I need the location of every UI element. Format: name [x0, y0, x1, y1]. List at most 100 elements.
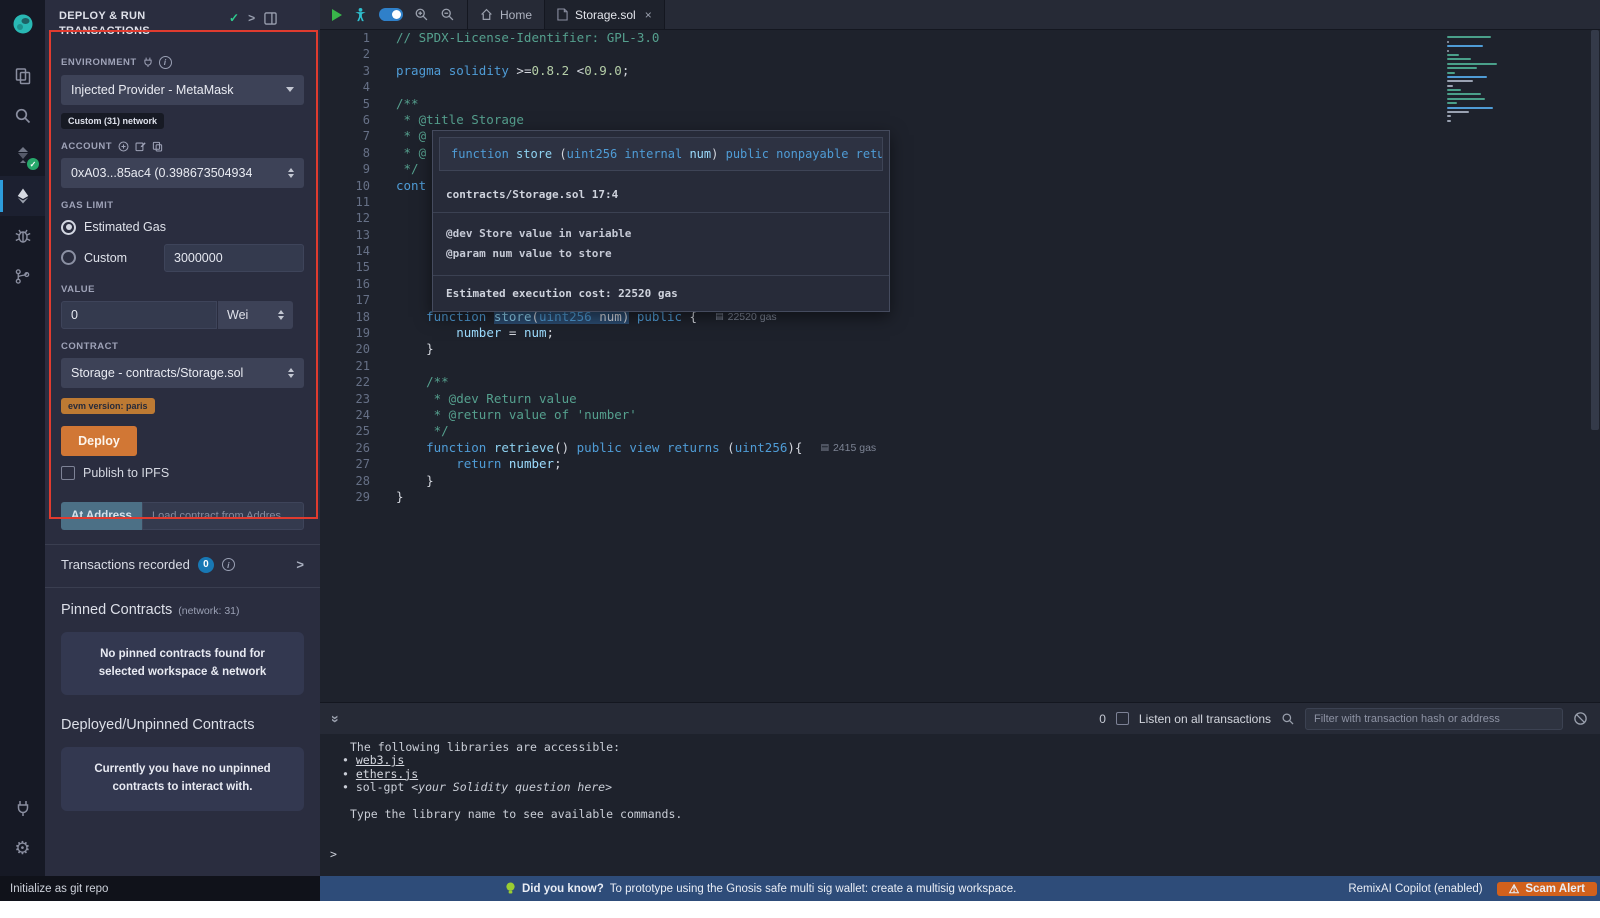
line-number: 27	[320, 456, 370, 472]
environment-select[interactable]: Injected Provider - MetaMask	[61, 75, 304, 105]
at-address-button[interactable]: At Address	[61, 502, 142, 530]
estimated-gas-option[interactable]: Estimated Gas	[61, 220, 304, 235]
gas-limit-label: GAS LIMIT	[61, 200, 304, 211]
value-unit-select[interactable]: Wei	[218, 301, 293, 329]
panel-expand-icon[interactable]: >	[248, 11, 255, 25]
warning-icon: ⚠	[1509, 882, 1520, 896]
lightbulb-icon	[505, 882, 516, 895]
hover-tooltip: function store (uint256 internal num) pu…	[432, 130, 890, 312]
custom-gas-radio[interactable]	[61, 250, 76, 265]
transactions-expand-icon[interactable]: >	[296, 557, 304, 572]
listen-transactions-checkbox[interactable]	[1116, 712, 1129, 725]
status-main: Did you know? To prototype using the Gno…	[320, 876, 1600, 901]
at-address-input[interactable]	[142, 502, 304, 530]
plug-icon[interactable]	[143, 57, 153, 67]
line-number: 23	[320, 391, 370, 407]
account-value: 0xA03...85ac4 (0.398673504934	[71, 166, 252, 180]
copy-address-icon[interactable]	[152, 141, 163, 152]
account-select[interactable]: 0xA03...85ac4 (0.398673504934	[61, 158, 304, 188]
line-number: 14	[320, 243, 370, 259]
editor-scrollbar[interactable]	[1591, 30, 1599, 430]
select-arrows-icon	[288, 168, 294, 178]
accessibility-icon[interactable]	[353, 7, 368, 22]
compile-success-badge: ✓	[27, 158, 39, 170]
code-line: 28 }	[320, 473, 1600, 489]
pinned-contracts-header: Pinned Contracts (network: 31)	[45, 588, 320, 618]
close-tab-icon[interactable]: ×	[645, 8, 652, 22]
terminal[interactable]: The following libraries are accessible:•…	[320, 734, 1600, 876]
listen-transactions-label: Listen on all transactions	[1139, 712, 1271, 726]
file-explorer-icon[interactable]	[0, 56, 45, 96]
library-link[interactable]: web3.js	[356, 753, 404, 767]
code-line: 6 * @title Storage	[320, 112, 1600, 128]
remix-logo-icon[interactable]	[0, 0, 45, 48]
vertical-icon-bar: ✓ ⚙	[0, 0, 45, 876]
solidity-compiler-icon[interactable]: ✓	[0, 136, 45, 176]
search-icon[interactable]	[0, 96, 45, 136]
sign-message-icon[interactable]	[135, 141, 146, 152]
git-branch-icon[interactable]	[0, 256, 45, 296]
tab-home[interactable]: Home	[468, 0, 545, 29]
line-number: 7	[320, 128, 370, 144]
scam-alert-button[interactable]: ⚠ Scam Alert	[1497, 882, 1597, 896]
publish-ipfs-label: Publish to IPFS	[83, 466, 169, 480]
panel-header: DEPLOY & RUN TRANSACTIONS ✓ >	[45, 0, 320, 44]
pin-panel-icon[interactable]	[264, 12, 277, 25]
tip-bold-text: Did you know?	[522, 883, 604, 895]
estimated-gas-radio[interactable]	[61, 220, 76, 235]
line-number: 16	[320, 276, 370, 292]
environment-info-icon[interactable]: i	[159, 56, 172, 69]
contract-select[interactable]: Storage - contracts/Storage.sol	[61, 358, 304, 388]
expand-terminal-icon[interactable]: »	[328, 715, 344, 723]
deploy-run-icon[interactable]	[0, 176, 45, 216]
value-input[interactable]	[61, 301, 217, 329]
line-number: 15	[320, 259, 370, 275]
debugger-icon[interactable]	[0, 216, 45, 256]
contract-label: CONTRACT	[61, 341, 304, 352]
did-you-know-tip: Did you know? To prototype using the Gno…	[505, 882, 1016, 895]
code-line: 2	[320, 46, 1600, 62]
window-bottom-edge	[0, 901, 1600, 918]
network-badge: Custom (31) network	[61, 113, 164, 129]
environment-value: Injected Provider - MetaMask	[71, 83, 234, 97]
transactions-info-icon[interactable]: i	[222, 558, 235, 571]
add-account-icon[interactable]	[118, 141, 129, 152]
publish-ipfs-row[interactable]: Publish to IPFS	[61, 466, 304, 480]
environment-label-row: ENVIRONMENT i	[61, 56, 304, 69]
line-number: 28	[320, 473, 370, 489]
run-script-icon[interactable]	[332, 9, 342, 21]
custom-gas-input[interactable]	[164, 244, 304, 272]
value-unit: Wei	[227, 308, 248, 322]
transaction-filter-input[interactable]	[1305, 708, 1563, 730]
library-hint: <your Solidity question here>	[411, 780, 612, 794]
zoom-out-icon[interactable]	[440, 7, 455, 22]
library-link[interactable]: ethers.js	[356, 767, 418, 781]
code-line: 24 * @return value of 'number'	[320, 407, 1600, 423]
copilot-status[interactable]: RemixAI Copilot (enabled)	[1334, 883, 1496, 895]
gas-estimate-widget[interactable]: ▤2415 gas	[820, 440, 876, 456]
zoom-in-icon[interactable]	[414, 7, 429, 22]
natspec-line: @dev Store value in variable	[446, 224, 876, 244]
line-number: 8	[320, 145, 370, 161]
panel-check-icon: ✓	[229, 11, 239, 25]
minimap[interactable]	[1447, 34, 1505, 124]
unpinned-contracts-title: Deployed/Unpinned Contracts	[61, 717, 254, 733]
custom-gas-option[interactable]: Custom	[61, 244, 304, 272]
terminal-search-icon[interactable]	[1281, 712, 1295, 726]
toggle-switch-icon[interactable]	[379, 8, 403, 21]
terminal-blank-line	[330, 835, 1590, 848]
clear-console-icon[interactable]	[1573, 711, 1588, 726]
status-bar: Initialize as git repo Did you know? To …	[0, 876, 1600, 901]
settings-gear-icon[interactable]: ⚙	[0, 828, 45, 868]
publish-ipfs-checkbox[interactable]	[61, 466, 75, 480]
plugin-manager-icon[interactable]	[0, 788, 45, 828]
pinned-contracts-network: (network: 31)	[178, 605, 239, 617]
code-editor[interactable]: 1// SPDX-License-Identifier: GPL-3.023pr…	[320, 30, 1600, 702]
git-init-button[interactable]: Initialize as git repo	[0, 876, 320, 901]
code-line: 23 * @dev Return value	[320, 391, 1600, 407]
line-number: 25	[320, 423, 370, 439]
panel-title: DEPLOY & RUN TRANSACTIONS	[59, 9, 229, 40]
deploy-button[interactable]: Deploy	[61, 426, 137, 456]
tab-storage-sol[interactable]: Storage.sol ×	[545, 0, 665, 29]
terminal-prompt[interactable]: >	[330, 848, 1590, 861]
